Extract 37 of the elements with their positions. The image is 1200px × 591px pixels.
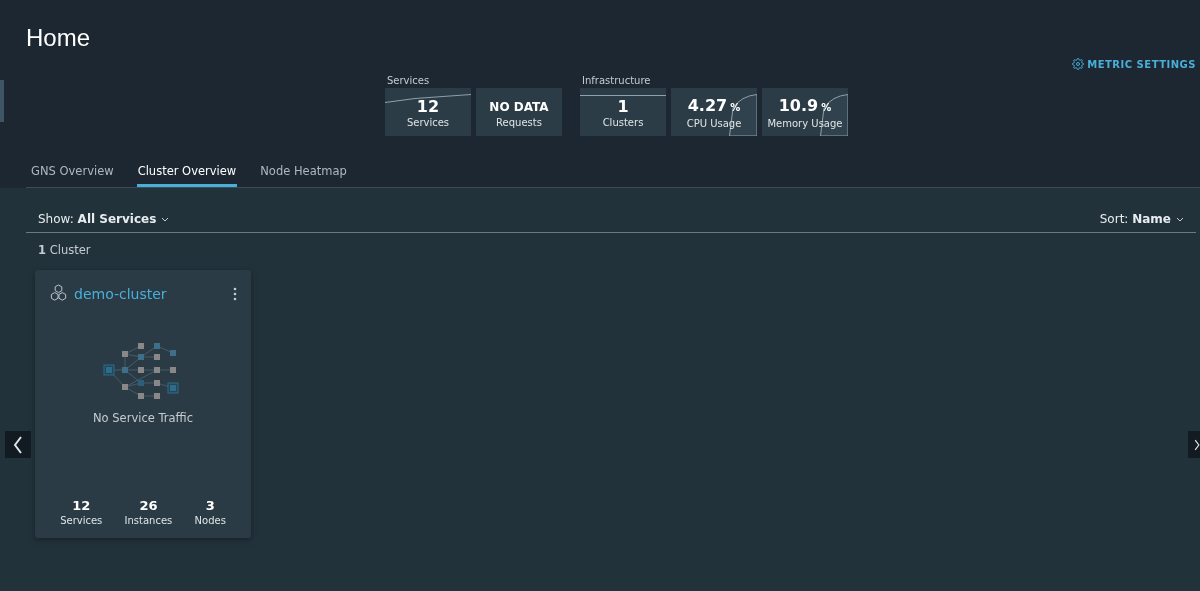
metric-label: Services — [406, 116, 450, 128]
metric-settings-button[interactable]: METRIC SETTINGS — [1072, 58, 1196, 70]
metric-label: CPU Usage — [686, 117, 742, 129]
kebab-icon — [233, 286, 237, 301]
show-dropdown[interactable]: Show: All Services — [38, 212, 170, 226]
tab[interactable]: GNS Overview — [30, 164, 115, 187]
tab[interactable]: Node Heatmap — [259, 164, 348, 187]
metric-group-title: Infrastructure — [581, 75, 652, 86]
metric-value: 1 — [617, 96, 629, 117]
stat-value: 12 — [72, 498, 91, 513]
next-button[interactable] — [1188, 431, 1200, 458]
metric-value: 12 — [416, 96, 440, 117]
sort-dropdown[interactable]: Sort: Name — [1099, 212, 1184, 226]
metric-value: 4.27 % — [687, 95, 741, 117]
metric-label: Clusters — [602, 116, 644, 128]
empty-state-text: No Service Traffic — [93, 411, 193, 425]
hexagons-icon — [49, 284, 68, 303]
metric-value: 10.9 % — [778, 95, 832, 117]
cluster-name-link[interactable]: demo-cluster — [49, 284, 167, 303]
metric-label: Memory Usage — [767, 117, 843, 129]
previous-button[interactable] — [5, 431, 31, 458]
chevron-icon — [1176, 216, 1184, 222]
stat-value: 3 — [205, 498, 215, 513]
stat-label: Instances — [124, 515, 173, 526]
more-options-button[interactable] — [233, 286, 237, 301]
settings-icon — [1072, 58, 1085, 70]
sidebar-rail — [0, 80, 4, 122]
stat-label: Nodes — [194, 515, 226, 526]
metric-group-title: Services — [386, 75, 431, 86]
chevron-left-icon — [13, 435, 23, 454]
stat-label: Services — [60, 515, 103, 526]
cluster-count: 1 Cluster — [38, 243, 92, 257]
metric-value: NO DATA — [489, 98, 549, 116]
stat-value: 26 — [139, 498, 158, 513]
page-title: Home — [26, 24, 91, 52]
chevron-icon — [161, 216, 170, 222]
metric-label: Requests — [496, 116, 542, 128]
